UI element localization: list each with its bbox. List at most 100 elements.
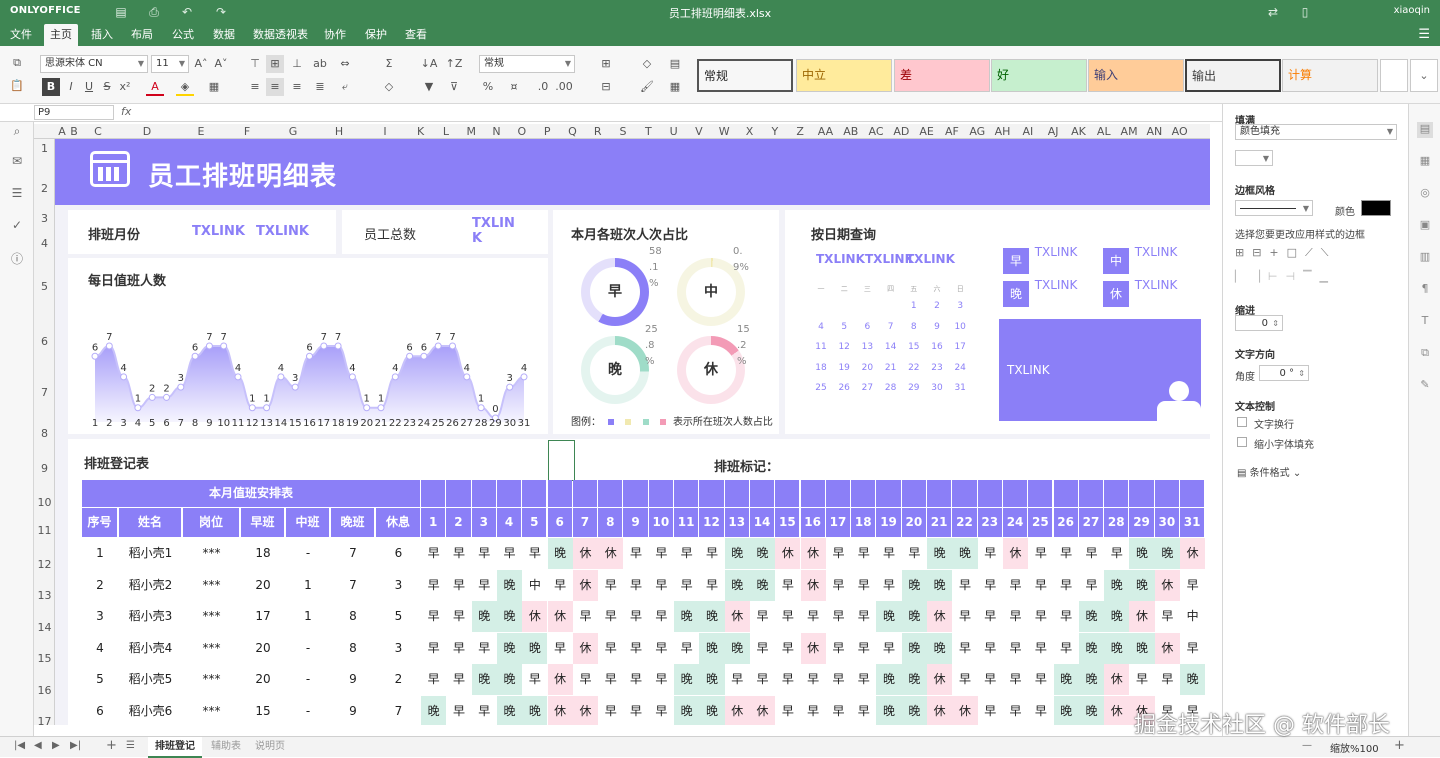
undo-icon[interactable]: ↶	[178, 3, 196, 21]
shift-cell[interactable]: 早	[1028, 695, 1054, 725]
shift-cell[interactable]: 晚	[496, 601, 523, 632]
column-header[interactable]: W	[719, 124, 730, 138]
font-color-icon[interactable]: A	[146, 78, 164, 96]
style-bad[interactable]: 差	[894, 59, 990, 92]
shift-cell[interactable]: 晚	[1104, 601, 1130, 632]
table-cell[interactable]: 5	[376, 601, 421, 632]
column-header[interactable]: AH	[995, 124, 1011, 138]
text-orient-icon[interactable]: ab	[311, 55, 329, 73]
shift-cell[interactable]: 晚	[1053, 664, 1079, 695]
shift-cell[interactable]: 晚	[927, 569, 953, 601]
shift-cell[interactable]: 早	[724, 664, 750, 695]
format-painter-icon[interactable]: 🖌	[638, 78, 656, 96]
shift-cell[interactable]: 早	[1002, 695, 1029, 725]
shift-cell[interactable]: 早	[446, 664, 472, 695]
calendar-day[interactable]: 18	[815, 363, 826, 373]
style-input[interactable]: 输入	[1088, 59, 1184, 92]
shift-cell[interactable]: 早	[876, 632, 902, 664]
shift-cell[interactable]: 晚	[876, 664, 902, 695]
column-header[interactable]: B	[70, 124, 78, 138]
shift-cell[interactable]: 早	[800, 695, 826, 725]
bookmark-icon[interactable]: ▯	[1296, 3, 1314, 21]
shift-cell[interactable]: 早	[1002, 632, 1029, 664]
align-middle-icon[interactable]: ⊞	[266, 55, 284, 73]
column-header[interactable]: R	[594, 124, 602, 138]
first-sheet-icon[interactable]: |◀	[14, 740, 25, 751]
shift-cell[interactable]: 晚	[901, 695, 927, 725]
shift-cell[interactable]: 早	[674, 569, 700, 601]
calendar-day[interactable]: 13	[862, 342, 873, 352]
shift-cell[interactable]: 早	[648, 601, 674, 632]
shift-cell[interactable]: 晚	[1104, 569, 1130, 601]
shift-cell[interactable]: 早	[775, 664, 801, 695]
shift-cell[interactable]: 早	[825, 569, 852, 601]
shift-cell[interactable]: 晚	[496, 632, 523, 664]
menu-collab[interactable]: 协作	[318, 24, 352, 46]
shift-cell[interactable]: 早	[1154, 601, 1180, 632]
shift-cell[interactable]: 早	[598, 632, 624, 664]
menu-insert[interactable]: 插入	[85, 24, 119, 46]
column-header[interactable]: AM	[1121, 124, 1138, 138]
shift-cell[interactable]: 早	[851, 569, 877, 601]
shift-cell[interactable]: 晚	[674, 601, 700, 632]
insert-cells-icon[interactable]: ⊞	[597, 55, 615, 73]
fx-icon[interactable]: fx	[121, 105, 131, 118]
calendar-day[interactable]: 4	[818, 322, 824, 332]
column-header[interactable]: K	[417, 124, 424, 138]
shift-cell[interactable]: 休	[572, 695, 599, 725]
shift-cell[interactable]: 休	[547, 695, 573, 725]
shift-cell[interactable]: 早	[1053, 538, 1079, 569]
redo-icon[interactable]: ↷	[212, 3, 230, 21]
shift-cell[interactable]: 早	[851, 538, 877, 569]
styles-expand-icon[interactable]: ⌄	[1410, 59, 1438, 92]
menu-formula[interactable]: 公式	[166, 24, 200, 46]
row-header[interactable]: 16	[34, 684, 55, 697]
shift-cell[interactable]: 早	[1053, 569, 1079, 601]
shift-cell[interactable]: 休	[1129, 601, 1155, 632]
shift-cell[interactable]: 早	[952, 632, 978, 664]
borders-icon[interactable]: ▦	[205, 78, 223, 96]
menu-layout[interactable]: 布局	[125, 24, 159, 46]
table-cell[interactable]: -	[286, 696, 330, 726]
calendar-day[interactable]: 17	[954, 342, 965, 352]
strike-icon[interactable]: S	[98, 78, 116, 96]
shift-cell[interactable]: 早	[1180, 632, 1206, 664]
style-output[interactable]: 输出	[1185, 59, 1281, 92]
cell-settings-icon[interactable]: ▤	[1417, 122, 1433, 138]
menu-home[interactable]: 主页	[44, 24, 78, 46]
column-header[interactable]: Z	[796, 124, 804, 138]
hamburger-icon[interactable]: ☰	[1418, 27, 1430, 42]
row-header[interactable]: 15	[34, 652, 55, 665]
shift-cell[interactable]: 早	[825, 664, 852, 695]
shift-cell[interactable]: 晚	[901, 569, 927, 601]
calendar-day[interactable]: 27	[862, 383, 873, 393]
shift-cell[interactable]: 早	[446, 569, 472, 601]
shift-cell[interactable]: 晚	[876, 601, 902, 632]
add-sheet-icon[interactable]: +	[106, 738, 117, 753]
table-cell[interactable]: 9	[331, 696, 375, 726]
column-header[interactable]: O	[518, 124, 527, 138]
shift-cell[interactable]: 晚	[1154, 538, 1180, 569]
table-cell[interactable]: 7	[376, 696, 421, 726]
border-style-select[interactable]: ▼	[1235, 200, 1313, 216]
user-name[interactable]: xiaoqin	[1394, 5, 1430, 16]
calendar-day[interactable]: 19	[838, 363, 849, 373]
menu-view[interactable]: 查看	[399, 24, 433, 46]
shift-cell[interactable]: 休	[522, 601, 548, 632]
menu-pivot[interactable]: 数据透视表	[247, 24, 314, 46]
calendar-day[interactable]: 12	[838, 342, 849, 352]
selected-cell[interactable]	[548, 440, 575, 481]
spellcheck-icon[interactable]: ✓	[9, 218, 25, 234]
shift-cell[interactable]: 中	[1180, 601, 1206, 632]
table-cell[interactable]: 8	[331, 601, 375, 632]
shift-cell[interactable]: 早	[749, 601, 776, 632]
shift-cell[interactable]: 晚	[724, 538, 750, 569]
currency-icon[interactable]: ¤	[505, 78, 523, 96]
shift-cell[interactable]: 早	[1078, 569, 1105, 601]
shift-cell[interactable]: 早	[623, 695, 649, 725]
shift-cell[interactable]: 晚	[421, 695, 447, 725]
shift-cell[interactable]: 早	[952, 601, 978, 632]
shift-cell[interactable]: 晚	[496, 569, 523, 601]
column-header[interactable]: T	[645, 124, 652, 138]
shift-cell[interactable]: 早	[1104, 538, 1130, 569]
